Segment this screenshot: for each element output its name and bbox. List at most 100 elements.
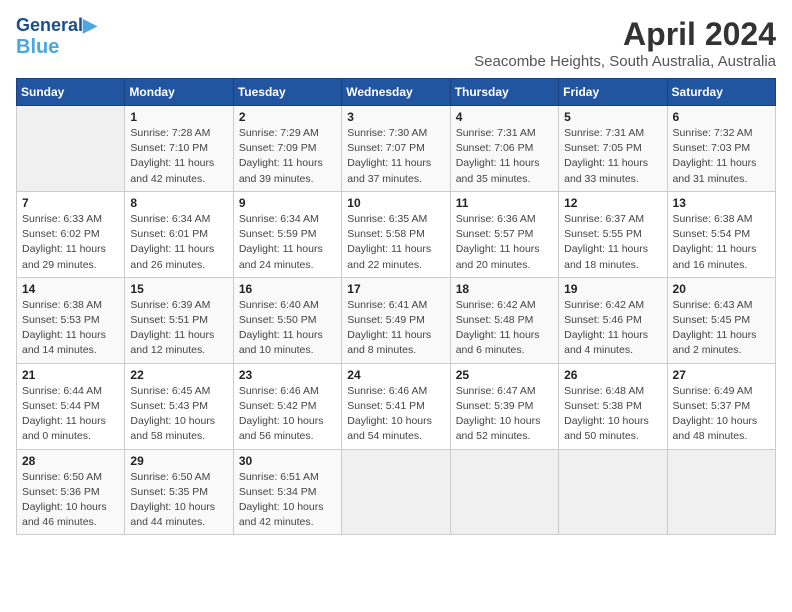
day-info: Sunrise: 6:49 AMSunset: 5:37 PMDaylight:… <box>673 384 770 445</box>
day-number: 5 <box>564 110 661 124</box>
day-number: 6 <box>673 110 770 124</box>
logo: General▶ Blue <box>16 16 97 58</box>
calendar-cell: 22 Sunrise: 6:45 AMSunset: 5:43 PMDayligh… <box>125 363 233 449</box>
day-number: 22 <box>130 368 227 382</box>
day-info: Sunrise: 6:50 AMSunset: 5:35 PMDaylight:… <box>130 470 227 531</box>
day-info: Sunrise: 7:30 AMSunset: 7:07 PMDaylight:… <box>347 126 444 187</box>
calendar-week-1: 1 Sunrise: 7:28 AMSunset: 7:10 PMDaylight… <box>17 106 776 192</box>
day-info: Sunrise: 6:51 AMSunset: 5:34 PMDaylight:… <box>239 470 336 531</box>
day-info: Sunrise: 6:35 AMSunset: 5:58 PMDaylight:… <box>347 212 444 273</box>
day-info: Sunrise: 6:37 AMSunset: 5:55 PMDaylight:… <box>564 212 661 273</box>
day-number: 25 <box>456 368 553 382</box>
day-number: 12 <box>564 196 661 210</box>
day-number: 21 <box>22 368 119 382</box>
day-number: 14 <box>22 282 119 296</box>
day-number: 26 <box>564 368 661 382</box>
calendar-cell: 1 Sunrise: 7:28 AMSunset: 7:10 PMDaylight… <box>125 106 233 192</box>
location: Seacombe Heights, South Australia, Austr… <box>474 53 776 70</box>
calendar-cell: 4 Sunrise: 7:31 AMSunset: 7:06 PMDaylight… <box>450 106 558 192</box>
day-info: Sunrise: 6:38 AMSunset: 5:53 PMDaylight:… <box>22 298 119 359</box>
day-number: 10 <box>347 196 444 210</box>
day-info: Sunrise: 6:42 AMSunset: 5:46 PMDaylight:… <box>564 298 661 359</box>
header-row: SundayMondayTuesdayWednesdayThursdayFrid… <box>17 79 776 106</box>
day-number: 1 <box>130 110 227 124</box>
calendar-cell: 14 Sunrise: 6:38 AMSunset: 5:53 PMDayligh… <box>17 277 125 363</box>
calendar-week-3: 14 Sunrise: 6:38 AMSunset: 5:53 PMDayligh… <box>17 277 776 363</box>
day-info: Sunrise: 6:40 AMSunset: 5:50 PMDaylight:… <box>239 298 336 359</box>
day-number: 23 <box>239 368 336 382</box>
day-info: Sunrise: 6:44 AMSunset: 5:44 PMDaylight:… <box>22 384 119 445</box>
day-number: 2 <box>239 110 336 124</box>
day-info: Sunrise: 7:28 AMSunset: 7:10 PMDaylight:… <box>130 126 227 187</box>
day-info: Sunrise: 6:38 AMSunset: 5:54 PMDaylight:… <box>673 212 770 273</box>
calendar-cell <box>342 449 450 535</box>
day-number: 4 <box>456 110 553 124</box>
calendar-week-2: 7Sunrise: 6:33 AMSunset: 6:02 PMDaylight… <box>17 191 776 277</box>
calendar-table: SundayMondayTuesdayWednesdayThursdayFrid… <box>16 78 776 535</box>
day-info: Sunrise: 7:31 AMSunset: 7:06 PMDaylight:… <box>456 126 553 187</box>
day-info: Sunrise: 6:34 AMSunset: 6:01 PMDaylight:… <box>130 212 227 273</box>
calendar-cell <box>559 449 667 535</box>
day-number: 13 <box>673 196 770 210</box>
calendar-body: 1 Sunrise: 7:28 AMSunset: 7:10 PMDaylight… <box>17 106 776 535</box>
day-info: Sunrise: 6:48 AMSunset: 5:38 PMDaylight:… <box>564 384 661 445</box>
calendar-header: SundayMondayTuesdayWednesdayThursdayFrid… <box>17 79 776 106</box>
calendar-cell <box>450 449 558 535</box>
calendar-cell: 8 Sunrise: 6:34 AMSunset: 6:01 PMDaylight… <box>125 191 233 277</box>
day-info: Sunrise: 6:45 AMSunset: 5:43 PMDaylight:… <box>130 384 227 445</box>
calendar-cell: 16 Sunrise: 6:40 AMSunset: 5:50 PMDayligh… <box>233 277 341 363</box>
calendar-cell: 19Sunrise: 6:42 AMSunset: 5:46 PMDayligh… <box>559 277 667 363</box>
calendar-cell: 30 Sunrise: 6:51 AMSunset: 5:34 PMDayligh… <box>233 449 341 535</box>
day-number: 15 <box>130 282 227 296</box>
day-number: 16 <box>239 282 336 296</box>
calendar-cell: 2 Sunrise: 7:29 AMSunset: 7:09 PMDaylight… <box>233 106 341 192</box>
header-cell-saturday: Saturday <box>667 79 775 106</box>
calendar-cell: 6 Sunrise: 7:32 AMSunset: 7:03 PMDaylight… <box>667 106 775 192</box>
day-info: Sunrise: 6:43 AMSunset: 5:45 PMDaylight:… <box>673 298 770 359</box>
calendar-cell: 9Sunrise: 6:34 AMSunset: 5:59 PMDaylight… <box>233 191 341 277</box>
calendar-cell <box>17 106 125 192</box>
day-info: Sunrise: 6:41 AMSunset: 5:49 PMDaylight:… <box>347 298 444 359</box>
day-number: 30 <box>239 454 336 468</box>
calendar-cell: 17Sunrise: 6:41 AMSunset: 5:49 PMDayligh… <box>342 277 450 363</box>
calendar-cell: 20 Sunrise: 6:43 AMSunset: 5:45 PMDayligh… <box>667 277 775 363</box>
page-header: General▶ Blue April 2024 Seacombe Height… <box>16 16 776 70</box>
day-number: 28 <box>22 454 119 468</box>
day-number: 3 <box>347 110 444 124</box>
header-cell-thursday: Thursday <box>450 79 558 106</box>
day-number: 9 <box>239 196 336 210</box>
calendar-cell: 18 Sunrise: 6:42 AMSunset: 5:48 PMDayligh… <box>450 277 558 363</box>
day-info: Sunrise: 7:32 AMSunset: 7:03 PMDaylight:… <box>673 126 770 187</box>
calendar-cell: 11 Sunrise: 6:36 AMSunset: 5:57 PMDayligh… <box>450 191 558 277</box>
day-info: Sunrise: 7:31 AMSunset: 7:05 PMDaylight:… <box>564 126 661 187</box>
calendar-cell: 27Sunrise: 6:49 AMSunset: 5:37 PMDayligh… <box>667 363 775 449</box>
calendar-cell: 5 Sunrise: 7:31 AMSunset: 7:05 PMDaylight… <box>559 106 667 192</box>
calendar-cell: 23 Sunrise: 6:46 AMSunset: 5:42 PMDayligh… <box>233 363 341 449</box>
calendar-week-4: 21 Sunrise: 6:44 AMSunset: 5:44 PMDayligh… <box>17 363 776 449</box>
day-number: 20 <box>673 282 770 296</box>
calendar-cell: 10 Sunrise: 6:35 AMSunset: 5:58 PMDayligh… <box>342 191 450 277</box>
logo-blue-text: Blue <box>16 36 97 58</box>
day-info: Sunrise: 6:50 AMSunset: 5:36 PMDaylight:… <box>22 470 119 531</box>
day-number: 11 <box>456 196 553 210</box>
calendar-cell <box>667 449 775 535</box>
day-info: Sunrise: 7:29 AMSunset: 7:09 PMDaylight:… <box>239 126 336 187</box>
day-number: 18 <box>456 282 553 296</box>
calendar-cell: 24Sunrise: 6:46 AMSunset: 5:41 PMDayligh… <box>342 363 450 449</box>
calendar-cell: 29Sunrise: 6:50 AMSunset: 5:35 PMDayligh… <box>125 449 233 535</box>
calendar-cell: 21 Sunrise: 6:44 AMSunset: 5:44 PMDayligh… <box>17 363 125 449</box>
day-info: Sunrise: 6:36 AMSunset: 5:57 PMDaylight:… <box>456 212 553 273</box>
day-info: Sunrise: 6:42 AMSunset: 5:48 PMDaylight:… <box>456 298 553 359</box>
calendar-cell: 12 Sunrise: 6:37 AMSunset: 5:55 PMDayligh… <box>559 191 667 277</box>
day-info: Sunrise: 6:39 AMSunset: 5:51 PMDaylight:… <box>130 298 227 359</box>
day-info: Sunrise: 6:46 AMSunset: 5:42 PMDaylight:… <box>239 384 336 445</box>
calendar-cell: 3 Sunrise: 7:30 AMSunset: 7:07 PMDaylight… <box>342 106 450 192</box>
calendar-cell: 26 Sunrise: 6:48 AMSunset: 5:38 PMDayligh… <box>559 363 667 449</box>
calendar-cell: 28 Sunrise: 6:50 AMSunset: 5:36 PMDayligh… <box>17 449 125 535</box>
calendar-cell: 15 Sunrise: 6:39 AMSunset: 5:51 PMDayligh… <box>125 277 233 363</box>
title-block: April 2024 Seacombe Heights, South Austr… <box>474 16 776 70</box>
calendar-week-5: 28 Sunrise: 6:50 AMSunset: 5:36 PMDayligh… <box>17 449 776 535</box>
day-number: 8 <box>130 196 227 210</box>
day-info: Sunrise: 6:47 AMSunset: 5:39 PMDaylight:… <box>456 384 553 445</box>
logo-text: General▶ <box>16 16 97 36</box>
